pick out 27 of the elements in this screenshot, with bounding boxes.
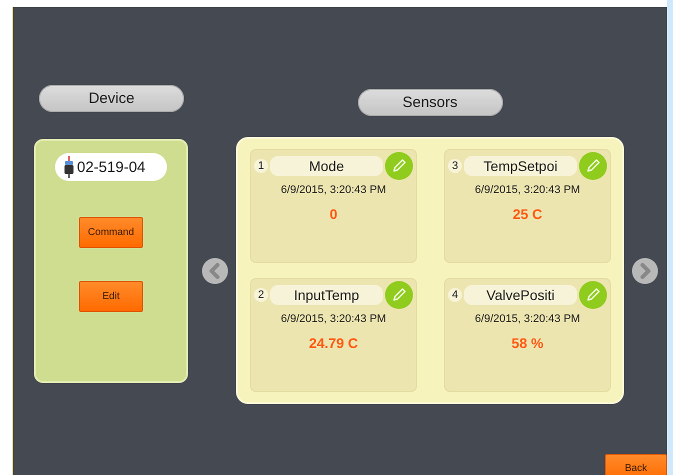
pencil-icon[interactable]	[579, 281, 607, 309]
sensor-timestamp: 6/9/2015, 3:20:43 PM	[280, 313, 386, 325]
sensor-timestamp: 6/9/2015, 3:20:43 PM	[474, 313, 580, 325]
pencil-icon[interactable]	[385, 152, 413, 180]
sensor-name: Mode	[270, 156, 383, 176]
sensor-value: 24.79 C	[308, 335, 358, 351]
sensor-timestamp: 6/9/2015, 3:20:43 PM	[280, 184, 386, 196]
device-id: 02-519-04	[77, 158, 146, 176]
command-button[interactable]: Command	[79, 217, 143, 248]
pencil-icon[interactable]	[579, 152, 607, 180]
sensor-name: ValvePositi	[464, 285, 577, 305]
sensor-name: InputTemp	[270, 285, 383, 305]
pencil-icon[interactable]	[385, 281, 413, 309]
sensor-number: 2	[254, 288, 268, 302]
sensor-timestamp: 6/9/2015, 3:20:43 PM	[474, 184, 580, 196]
sensor-value: 0	[330, 206, 338, 222]
sensor-number: 4	[448, 288, 462, 302]
sensor-number: 1	[254, 159, 268, 173]
edit-button[interactable]: Edit	[79, 281, 143, 312]
sensors-heading: Sensors	[358, 88, 502, 116]
sensor-value: 58 %	[512, 335, 544, 351]
sensor-value: 25 C	[512, 206, 542, 222]
plug-icon	[64, 156, 74, 178]
sensor-name: TempSetpoi	[464, 156, 577, 176]
sensor-number: 3	[448, 159, 462, 173]
device-heading: Device	[39, 85, 184, 112]
back-button[interactable]: Back	[605, 454, 667, 475]
